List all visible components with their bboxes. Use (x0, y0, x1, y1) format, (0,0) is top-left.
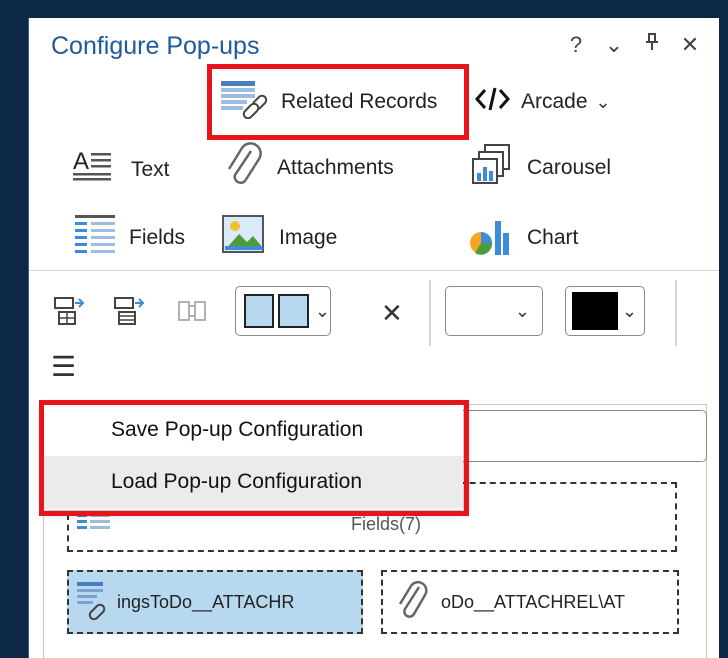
attachments-label: Attachments (277, 156, 394, 179)
attachments-element[interactable]: oDo__ATTACHREL\AT (381, 570, 679, 634)
attachments-element-icon (395, 579, 429, 626)
carousel-label: Carousel (527, 156, 612, 179)
related-records-element-icon (75, 580, 115, 625)
toolbar-divider (29, 270, 719, 271)
chart-icon (469, 213, 515, 263)
format-separator-right (675, 280, 677, 346)
chevron-down-icon: ⌄ (314, 300, 330, 321)
paperclip-icon (221, 141, 265, 195)
configure-popups-pane: Configure Pop-ups ? ⌄ ✕ Related Records (28, 18, 719, 658)
chevron-down-icon: ⌄ (595, 91, 611, 112)
chevron-down-icon: ⌄ (622, 300, 638, 321)
image-label: Image (279, 226, 338, 249)
color-dropdown[interactable]: ⌄ (565, 286, 645, 336)
carousel-icon (469, 143, 515, 193)
pin-button[interactable] (641, 30, 663, 60)
column-right-icon (278, 294, 309, 328)
related-records-element-label: ingsToDo__ATTACHR (117, 591, 295, 612)
carousel-button[interactable]: Carousel (469, 143, 612, 193)
fields-label: Fields (129, 226, 186, 249)
menu-button[interactable]: ☰ (51, 352, 76, 382)
fields-element-label: Fields(7) (351, 513, 422, 534)
attachments-button[interactable]: Attachments (221, 142, 394, 190)
swap-button[interactable] (175, 294, 209, 333)
search-input[interactable] (449, 410, 707, 462)
options-dropdown-button[interactable]: ⌄ (603, 30, 625, 60)
move-up-icon (54, 297, 85, 325)
pane-title: Configure Pop-ups (51, 32, 260, 60)
fields-icon (73, 213, 117, 263)
pin-icon (646, 33, 658, 50)
swap-icon (178, 301, 206, 321)
arcade-button[interactable]: Arcade ⌄ (473, 80, 611, 124)
code-icon (473, 84, 513, 120)
image-icon (221, 214, 267, 262)
chart-button[interactable]: Chart (469, 216, 578, 260)
fields-button[interactable]: Fields (73, 213, 186, 263)
move-up-button[interactable] (53, 294, 87, 333)
attachments-element-label: oDo__ATTACHREL\AT (441, 591, 626, 612)
chart-label: Chart (527, 226, 579, 249)
text-label: Text (131, 158, 170, 181)
column-left-icon (244, 294, 275, 328)
text-button[interactable]: A Text (73, 148, 170, 192)
chevron-down-icon: ⌄ (514, 300, 530, 321)
svg-text:A: A (73, 148, 89, 175)
color-swatch (572, 292, 618, 330)
menu-highlight (39, 400, 469, 516)
help-button[interactable]: ? (565, 30, 587, 60)
layout-dropdown[interactable]: ⌄ (235, 286, 331, 336)
font-size-dropdown[interactable]: ⌄ (445, 286, 543, 336)
related-records-element[interactable]: ingsToDo__ATTACHR (67, 570, 363, 634)
text-icon: A (73, 147, 119, 193)
format-separator (429, 280, 431, 346)
move-down-icon (114, 297, 145, 325)
move-down-button[interactable] (113, 294, 147, 333)
close-button[interactable]: ✕ (679, 30, 701, 60)
remove-button[interactable]: ✕ (381, 298, 403, 329)
related-records-highlight (207, 64, 469, 140)
window-controls: ? ⌄ ✕ (565, 30, 701, 60)
image-button[interactable]: Image (221, 214, 338, 262)
arcade-label: Arcade (521, 90, 588, 113)
